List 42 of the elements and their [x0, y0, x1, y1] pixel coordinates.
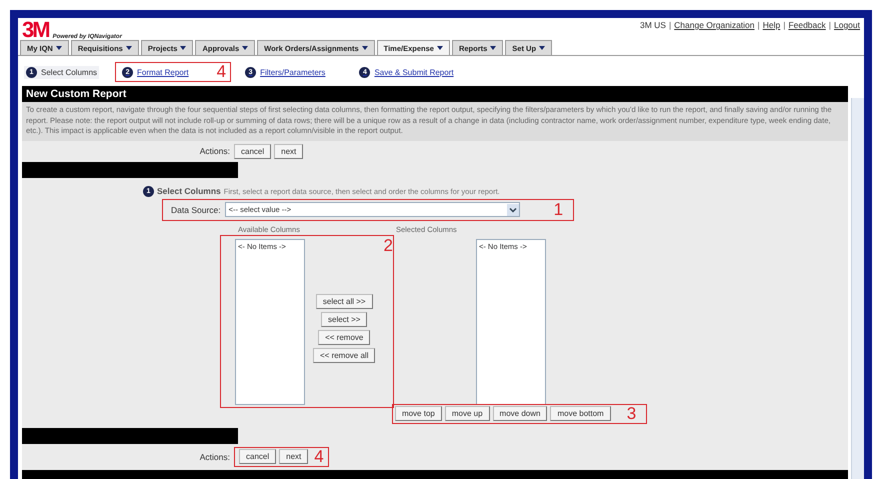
header-link[interactable]: Logout: [834, 20, 860, 30]
logo: 3M: [22, 20, 49, 40]
separator: |: [758, 20, 760, 30]
caret-icon: [362, 46, 368, 50]
order-button[interactable]: move down: [492, 406, 548, 421]
caret-icon: [126, 46, 132, 50]
separator: |: [828, 20, 831, 30]
caret-icon: [180, 46, 186, 50]
action-button[interactable]: next: [279, 449, 308, 464]
caret-icon: [436, 46, 443, 50]
annotation-number: 3: [626, 406, 636, 422]
separator: |: [783, 20, 786, 30]
caret-icon: [539, 46, 546, 50]
annotation-number: 4: [216, 64, 226, 80]
order-button[interactable]: move bottom: [550, 406, 611, 421]
annotation-number: 2: [383, 238, 393, 254]
transfer-button[interactable]: select >>: [321, 312, 368, 326]
header-link[interactable]: Help: [762, 20, 780, 30]
caret-icon: [56, 46, 62, 50]
order-button[interactable]: move top: [394, 406, 442, 421]
actions-label: Actions:: [198, 146, 230, 156]
section-title: Select Columns: [157, 186, 221, 196]
action-button[interactable]: next: [274, 144, 304, 158]
header-link[interactable]: 3M US: [640, 20, 666, 30]
transfer-button[interactable]: << remove: [318, 330, 370, 344]
transfer-button[interactable]: select all >>: [316, 294, 373, 308]
action-button[interactable]: cancel: [234, 144, 272, 158]
separator: |: [668, 20, 672, 30]
transfer-button[interactable]: << remove all: [313, 348, 376, 362]
action-button[interactable]: cancel: [239, 449, 276, 464]
caret-icon: [242, 46, 248, 50]
actions-label: Actions:: [198, 452, 230, 462]
caret-icon: [490, 46, 496, 50]
data-source-label: Data Source:: [171, 204, 221, 214]
dropdown-icon: [506, 204, 519, 216]
header-link[interactable]: Feedback: [788, 20, 826, 30]
order-button[interactable]: move up: [444, 406, 490, 421]
annotation-number: 1: [554, 202, 564, 218]
scrollbar[interactable]: [851, 98, 864, 479]
report-title: New Custom Report: [22, 86, 848, 102]
header-link[interactable]: Change Organization: [674, 20, 755, 30]
annotation-number: 4: [314, 448, 324, 464]
